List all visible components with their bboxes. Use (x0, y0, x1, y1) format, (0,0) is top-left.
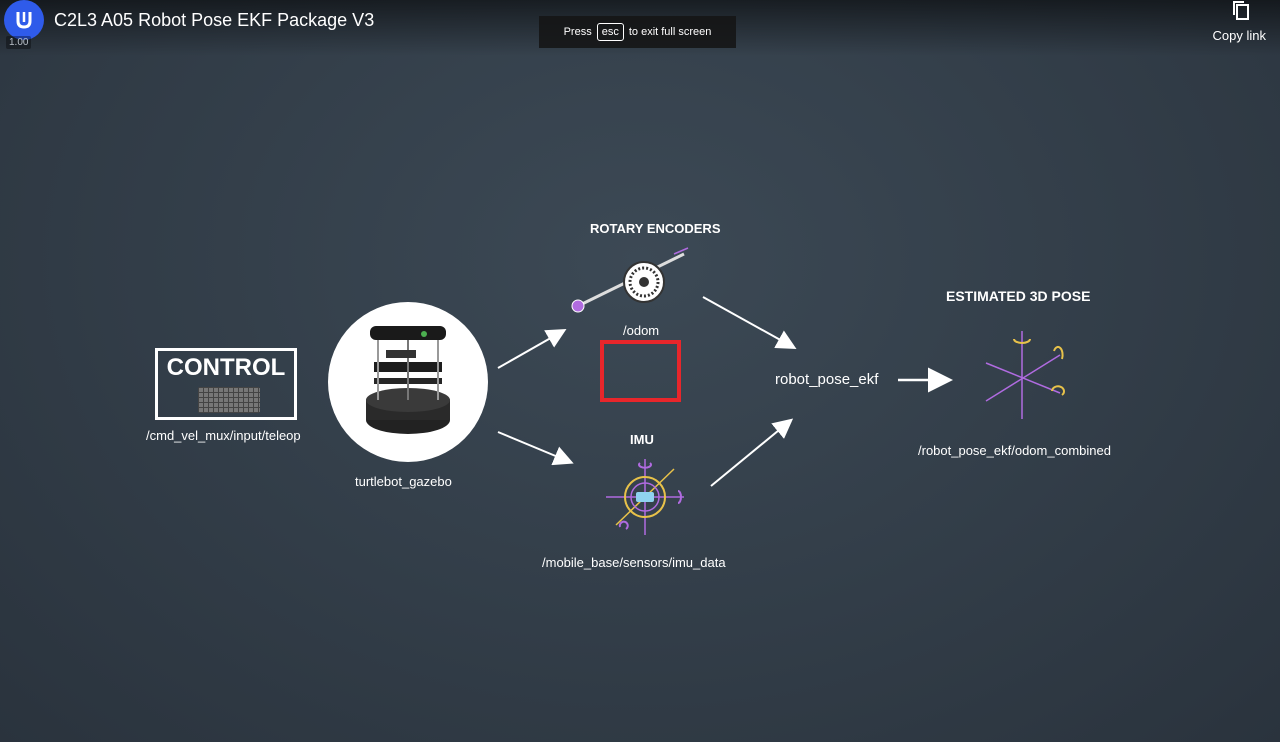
control-box: CONTROL (155, 348, 297, 420)
turtlebot-icon (366, 326, 450, 434)
pose-axes-icon (985, 331, 1065, 419)
rotary-encoder-icon (571, 247, 689, 313)
keyboard-icon (198, 387, 260, 413)
arrow-robot-to-imu (497, 431, 574, 466)
ekf-node-label: robot_pose_ekf (775, 371, 879, 388)
arrow-robot-to-encoders (497, 329, 567, 369)
control-topic: /cmd_vel_mux/input/teleop (146, 428, 301, 443)
encoders-heading: ROTARY ENCODERS (590, 221, 721, 236)
pose-heading: ESTIMATED 3D POSE (946, 288, 1091, 304)
highlight-box (600, 340, 681, 402)
imu-heading: IMU (630, 432, 654, 447)
pose-topic: /robot_pose_ekf/odom_combined (918, 443, 1111, 458)
imu-icon (606, 459, 684, 535)
robot-label: turtlebot_gazebo (355, 474, 452, 489)
arrow-encoders-to-ekf (702, 296, 797, 349)
arrow-imu-to-ekf (710, 418, 794, 487)
imu-topic: /mobile_base/sensors/imu_data (542, 555, 726, 570)
control-label: CONTROL (166, 354, 286, 381)
odom-topic: /odom (623, 323, 660, 338)
turtlebot-image (328, 302, 488, 462)
